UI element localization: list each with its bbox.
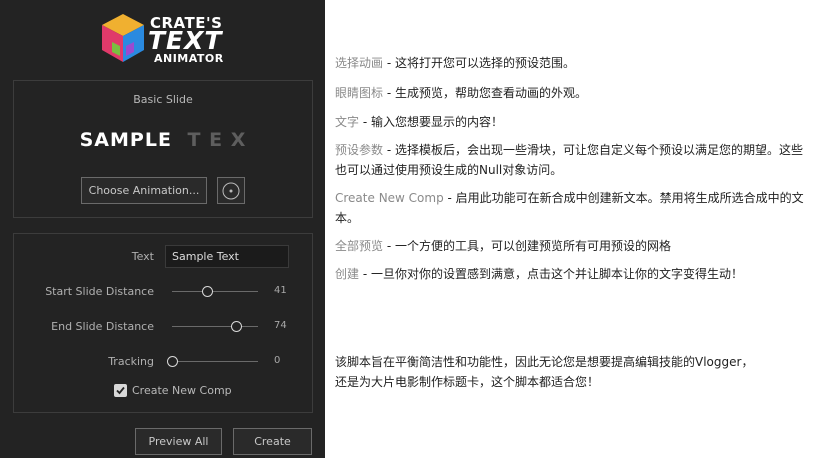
sample-main: SAMPLE: [79, 129, 172, 151]
start-slide-distance-track[interactable]: [172, 291, 258, 292]
end-slide-distance-track[interactable]: [172, 326, 258, 327]
desc-create: 创建 - 一旦你对你的设置感到满意，点击这个并让脚本让你的文字变得生动！: [335, 264, 813, 284]
create-new-comp-label: Create New Comp: [132, 384, 232, 397]
desc-text: - 一个方便的工具，可以创建预览所有可用预设的网格: [383, 239, 671, 253]
tracking-knob[interactable]: [167, 356, 178, 367]
choose-animation-button[interactable]: Choose Animation...: [81, 177, 207, 204]
desc-text: - 选择模板后，会出现一些滑块，可让您自定义每个预设以满足您的期望。这些也可以通…: [335, 143, 803, 177]
logo-line-2: TEXT: [148, 26, 223, 55]
desc-text: - 这将打开您可以选择的预设范围。: [383, 56, 575, 70]
logo-line-3: ANIMATOR: [154, 52, 224, 65]
logo: CRATE'S TEXT ANIMATOR: [98, 12, 233, 66]
create-button[interactable]: Create: [233, 428, 312, 455]
create-new-comp-checkbox[interactable]: [114, 384, 127, 397]
start-slide-distance-label: Start Slide Distance: [45, 285, 154, 298]
desc-text: - 生成预览，帮助您查看动画的外观。: [383, 86, 587, 100]
eye-icon: [222, 182, 240, 200]
end-slide-distance-knob[interactable]: [230, 321, 242, 332]
desc-text: - 一旦你对你的设置感到满意，点击这个并让脚本让你的文字变得生动！: [359, 267, 743, 281]
eye-preview-button[interactable]: [217, 177, 245, 204]
desc-term: 文字: [335, 115, 360, 129]
end-slide-distance-label: End Slide Distance: [51, 320, 154, 333]
desc-text-field: 文字 - 输入您想要显示的内容！: [335, 112, 813, 132]
sample-fade: T E X: [187, 129, 247, 151]
desc-choose-animation: 选择动画 - 这将打开您可以选择的预设范围。: [335, 53, 813, 73]
start-slide-distance-value: 41: [274, 285, 287, 296]
checkmark-icon: [116, 386, 125, 395]
footer-text: 该脚本旨在平衡简洁性和功能性，因此无论您是想要提高编辑技能的Vlogger，还是…: [335, 355, 754, 389]
desc-term: 眼睛图标: [335, 86, 384, 100]
desc-create-new-comp: Create New Comp - 启用此功能可在新合成中创建新文本。禁用将生成…: [335, 188, 813, 228]
desc-text: - 输入您想要显示的内容！: [359, 115, 503, 129]
desc-term: 预设参数: [335, 143, 384, 157]
preview-all-button[interactable]: Preview All: [135, 428, 222, 455]
text-field-label: Text: [131, 250, 154, 263]
desc-preset-params: 预设参数 - 选择模板后，会出现一些滑块，可让您自定义每个预设以满足您的期望。这…: [335, 140, 813, 180]
text-input[interactable]: [165, 245, 289, 268]
script-panel: CRATE'S TEXT ANIMATOR Basic Slide SAMPLE…: [0, 0, 325, 458]
end-slide-distance-value: 74: [274, 320, 287, 331]
tracking-value: 0: [274, 355, 281, 366]
desc-preview-all: 全部预览 - 一个方便的工具，可以创建预览所有可用预设的网格: [335, 236, 813, 256]
slide-name: Basic Slide: [133, 93, 193, 106]
desc-term: 全部预览: [335, 239, 384, 253]
tracking-label: Tracking: [108, 355, 154, 368]
desc-term: 选择动画: [335, 56, 384, 70]
desc-term: 创建: [335, 267, 360, 281]
tracking-track[interactable]: [172, 361, 258, 362]
preview-sample-text: SAMPLE T E X: [13, 129, 313, 151]
desc-term: Create New Comp: [335, 191, 444, 205]
logo-cube-icon: [102, 14, 144, 62]
desc-eye-icon: 眼睛图标 - 生成预览，帮助您查看动画的外观。: [335, 83, 813, 103]
